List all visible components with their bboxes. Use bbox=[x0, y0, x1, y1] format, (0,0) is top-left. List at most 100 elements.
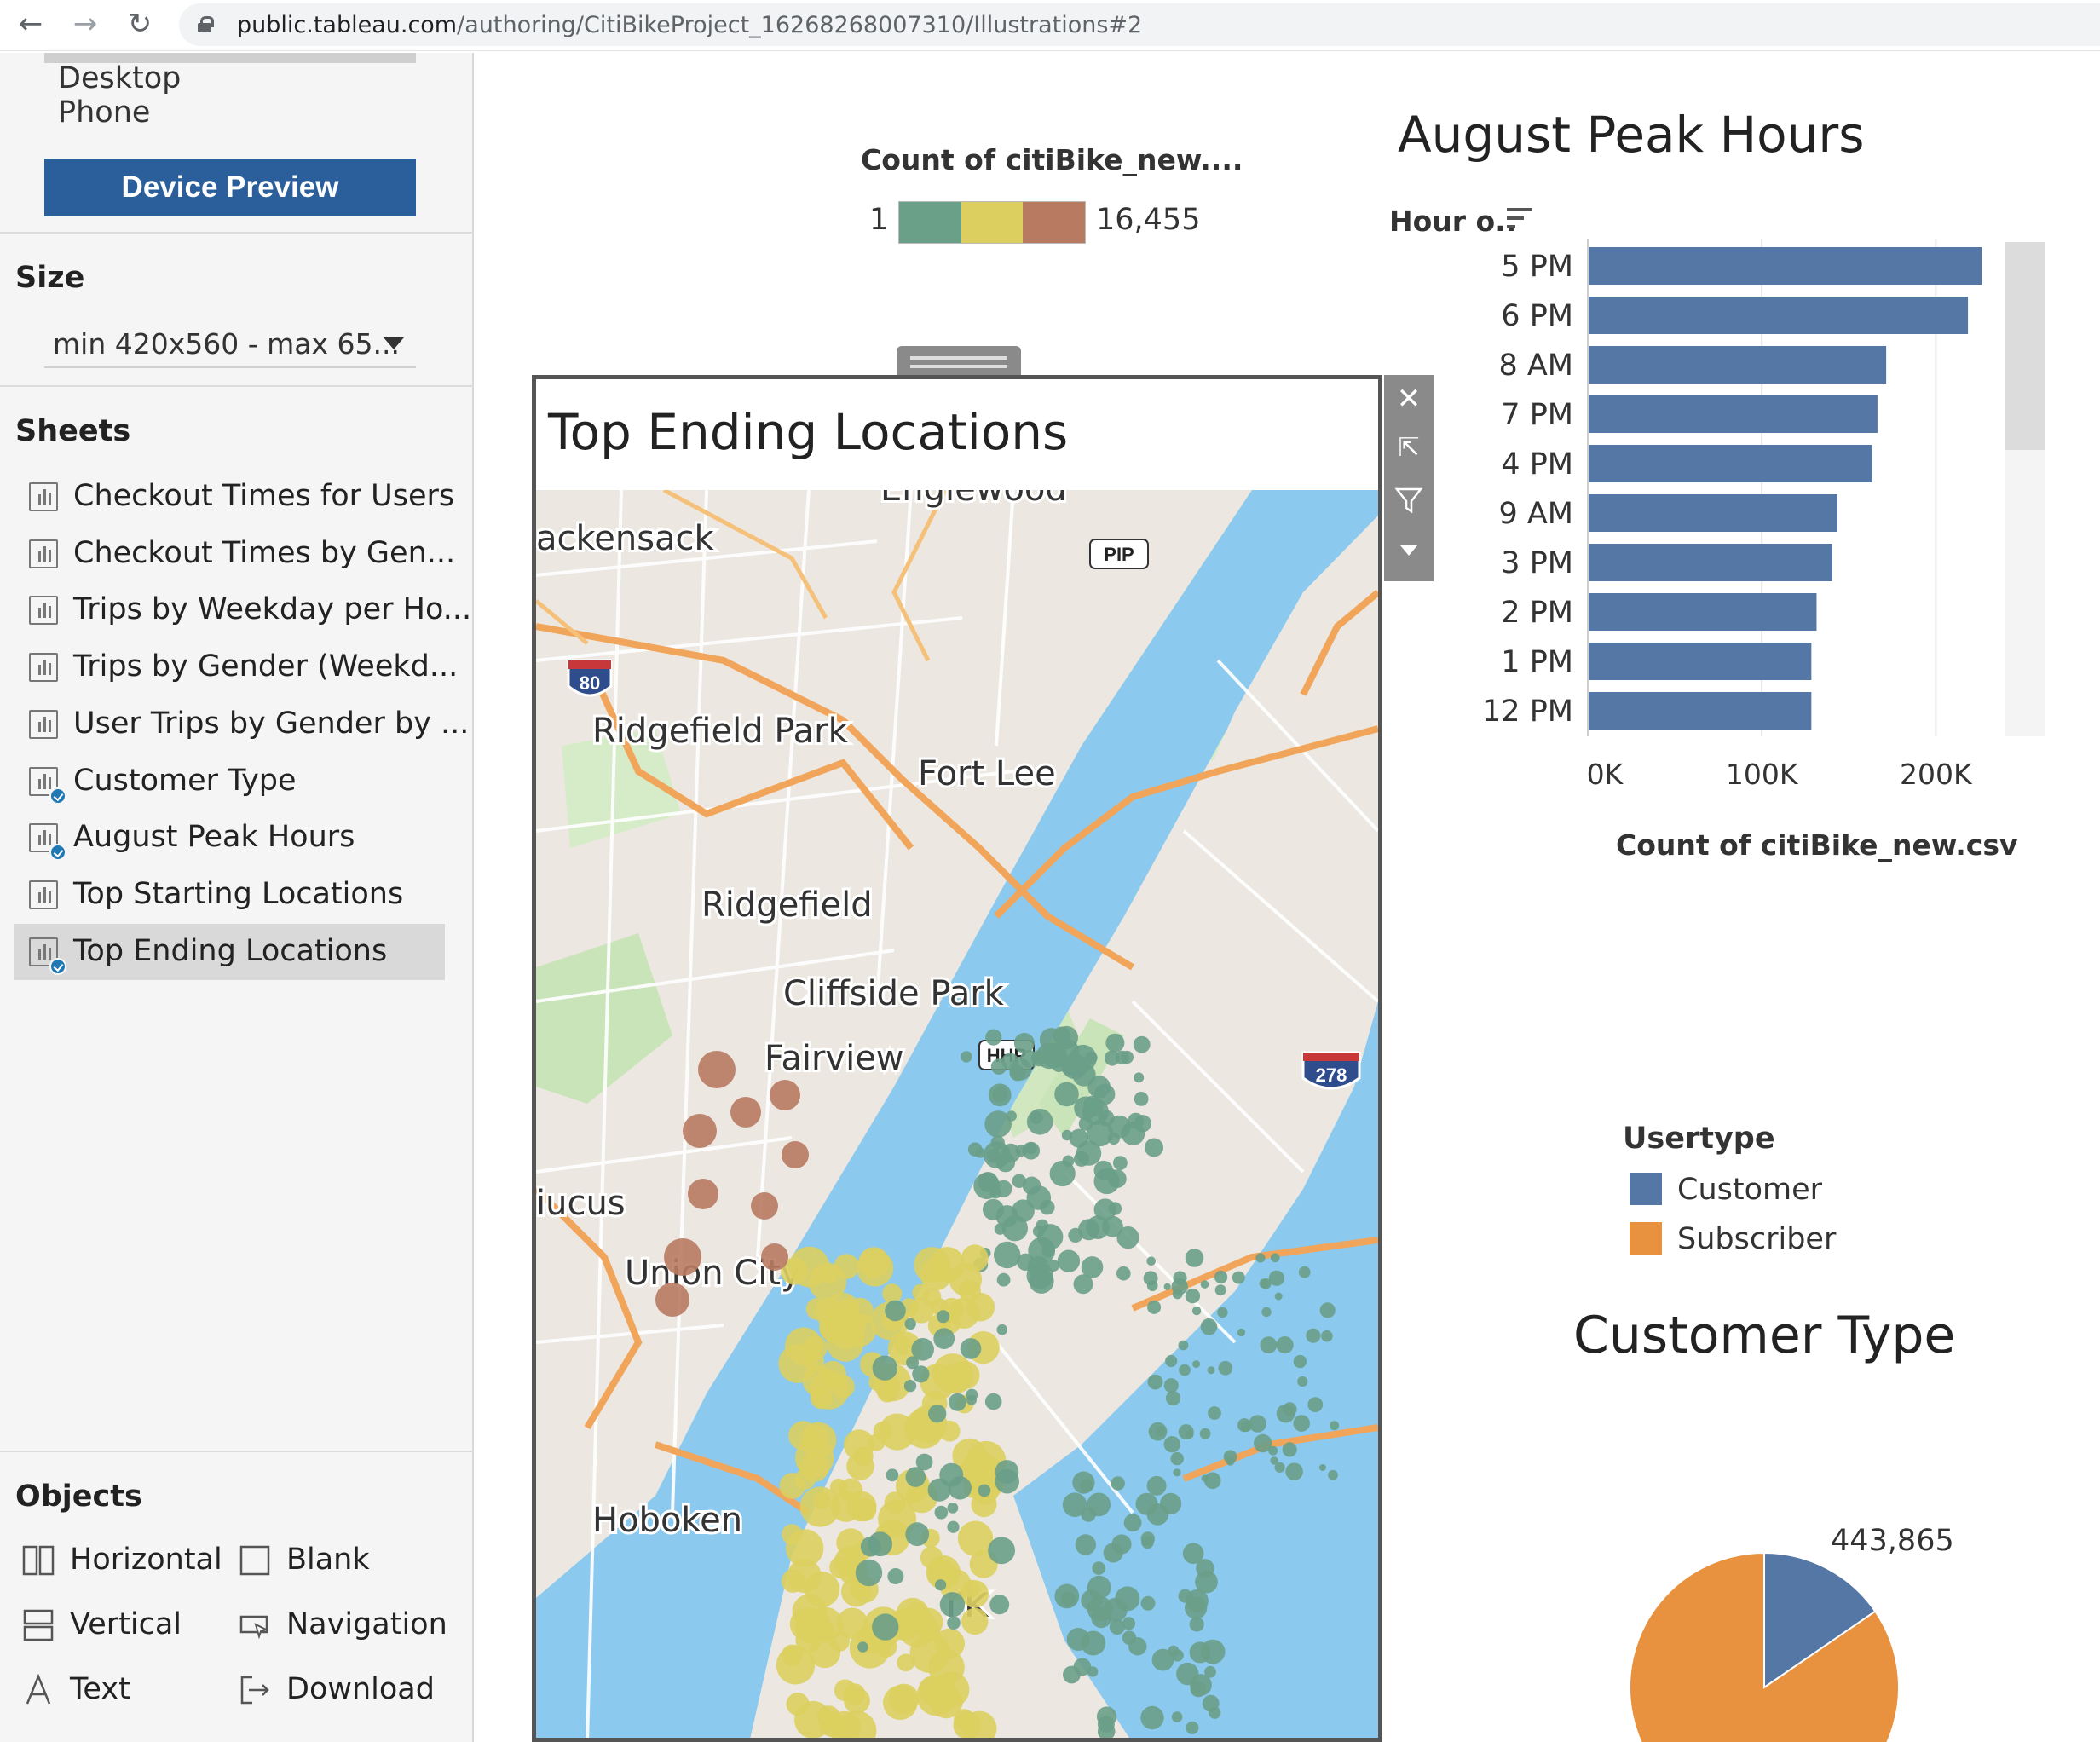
color-legend-ramp[interactable] bbox=[898, 201, 1086, 244]
svg-text:PIP: PIP bbox=[1104, 544, 1134, 565]
bar-chart-title: August Peak Hours bbox=[1398, 106, 1865, 164]
highway-shield-278: 278 bbox=[1301, 1051, 1361, 1090]
sheet-item[interactable]: Trips by Gender (Weekd... bbox=[14, 639, 458, 695]
station-marker bbox=[996, 1272, 1011, 1287]
sort-icon[interactable] bbox=[1507, 208, 1532, 230]
station-marker bbox=[836, 1528, 866, 1558]
device-option-desktop[interactable]: Desktop bbox=[58, 61, 181, 95]
bar bbox=[1589, 445, 1872, 482]
filter-icon[interactable] bbox=[1392, 482, 1426, 516]
reload-icon[interactable]: ↻ bbox=[121, 5, 159, 43]
station-marker bbox=[1084, 1051, 1098, 1064]
station-marker bbox=[1185, 1288, 1201, 1304]
map-view[interactable]: 80 278 PIP HHP Englewood ackensack Ridge… bbox=[536, 490, 1378, 1742]
forward-arrow-icon[interactable]: → bbox=[66, 5, 104, 43]
station-marker bbox=[1076, 1140, 1102, 1166]
divider bbox=[0, 232, 474, 234]
station-marker bbox=[1104, 1050, 1121, 1066]
check-badge-icon bbox=[49, 957, 66, 975]
legend-label: Customer bbox=[1677, 1173, 1823, 1207]
station-marker bbox=[1025, 1142, 1037, 1155]
station-marker bbox=[1274, 1292, 1283, 1301]
station-marker bbox=[951, 1361, 980, 1389]
station-marker bbox=[922, 1287, 942, 1306]
station-marker bbox=[1173, 1468, 1181, 1477]
station-marker bbox=[683, 1114, 717, 1148]
bar-chart[interactable]: 0K 100K 200K 5 PM 6 PM 8 AM 7 PM 4 PM 9 AM 3 PM 2 … bbox=[1449, 239, 2011, 801]
sheet-item[interactable]: Top Starting Locations bbox=[14, 867, 445, 923]
object-label: Blank bbox=[286, 1543, 370, 1577]
divider bbox=[0, 385, 474, 387]
station-marker bbox=[934, 1505, 949, 1520]
station-marker bbox=[978, 1484, 991, 1497]
station-marker bbox=[1111, 1476, 1125, 1491]
station-marker bbox=[1121, 1122, 1145, 1145]
bar-chart-row-header[interactable]: Hour o.. bbox=[1389, 205, 1516, 238]
station-marker bbox=[844, 1429, 874, 1461]
address-bar[interactable]: public.tableau.com/authoring/CitiBikePro… bbox=[179, 3, 2100, 46]
sheet-label: Customer Type bbox=[73, 763, 297, 798]
svg-text:278: 278 bbox=[1316, 1064, 1347, 1086]
worksheet-icon bbox=[29, 653, 58, 683]
station-marker bbox=[948, 1297, 980, 1329]
device-preview-button[interactable]: Device Preview bbox=[44, 159, 416, 216]
station-marker bbox=[782, 1141, 809, 1168]
worksheet-icon bbox=[29, 880, 58, 909]
pop-out-icon[interactable]: ⇱ bbox=[1392, 431, 1426, 465]
station-marker bbox=[852, 1497, 877, 1522]
sheet-item[interactable]: User Trips by Gender by ... bbox=[14, 696, 469, 753]
check-badge-icon bbox=[49, 844, 66, 862]
device-option-phone[interactable]: Phone bbox=[58, 95, 150, 130]
drag-handle[interactable] bbox=[897, 346, 1021, 377]
station-marker bbox=[877, 1381, 898, 1403]
station-marker bbox=[1189, 1617, 1204, 1632]
station-marker bbox=[751, 1192, 778, 1220]
sheet-item[interactable]: Trips by Weekday per Ho... bbox=[14, 582, 471, 638]
bar-chart-scrollbar[interactable] bbox=[2005, 242, 2045, 736]
sheets-section-title: Sheets bbox=[15, 414, 131, 448]
sheet-item[interactable]: Top Ending Locations bbox=[14, 923, 445, 980]
horizontal-container-icon bbox=[22, 1545, 55, 1576]
station-marker bbox=[1128, 1637, 1147, 1656]
sheet-label: User Trips by Gender by ... bbox=[73, 706, 470, 741]
sheet-item[interactable]: Checkout Times by Gen... bbox=[14, 526, 455, 582]
station-marker bbox=[1196, 1559, 1214, 1578]
color-legend-max: 16,455 bbox=[1096, 203, 1201, 237]
place-label: ackensack bbox=[536, 519, 715, 558]
station-marker bbox=[886, 1468, 899, 1482]
station-marker bbox=[730, 1097, 761, 1128]
sheet-item[interactable]: Customer Type bbox=[14, 753, 445, 810]
station-marker bbox=[1012, 1174, 1026, 1188]
map-sheet-container[interactable]: Top Ending Locations 80 278 PIP ackensac… bbox=[532, 375, 1382, 1742]
station-marker bbox=[778, 1344, 817, 1383]
station-marker bbox=[1140, 1705, 1164, 1730]
place-label: Fort Lee bbox=[918, 754, 1056, 793]
close-icon[interactable]: ✕ bbox=[1392, 382, 1426, 416]
scrollbar-thumb[interactable] bbox=[2005, 242, 2045, 450]
more-options-icon[interactable] bbox=[1392, 534, 1426, 568]
station-marker bbox=[1249, 1415, 1266, 1433]
sheet-label: Trips by Weekday per Ho... bbox=[73, 592, 472, 627]
station-marker bbox=[994, 1223, 1007, 1235]
bar bbox=[1589, 593, 1817, 631]
sheet-item[interactable]: Checkout Times for Users bbox=[14, 469, 454, 525]
url-text[interactable]: public.tableau.com/authoring/CitiBikePro… bbox=[237, 12, 1142, 38]
station-marker bbox=[1276, 1336, 1294, 1354]
check-badge-icon bbox=[49, 787, 66, 805]
station-marker bbox=[990, 1135, 1005, 1150]
pie-chart[interactable] bbox=[1619, 1541, 1909, 1742]
station-marker bbox=[961, 1051, 972, 1063]
station-marker bbox=[872, 1613, 899, 1641]
station-marker bbox=[1116, 1266, 1131, 1281]
station-marker bbox=[829, 1631, 850, 1652]
station-marker bbox=[1163, 1378, 1179, 1393]
color-legend-min: 1 bbox=[869, 203, 889, 237]
sheet-item[interactable]: August Peak Hours bbox=[14, 810, 445, 866]
back-arrow-icon[interactable]: ← bbox=[12, 5, 49, 43]
station-marker bbox=[1075, 1534, 1096, 1555]
legend-ramp-segment bbox=[961, 202, 1024, 243]
size-dropdown[interactable]: min 420x560 - max 65... bbox=[44, 320, 416, 368]
station-marker bbox=[1319, 1464, 1326, 1471]
station-marker bbox=[855, 1559, 883, 1587]
station-marker bbox=[949, 1393, 966, 1411]
